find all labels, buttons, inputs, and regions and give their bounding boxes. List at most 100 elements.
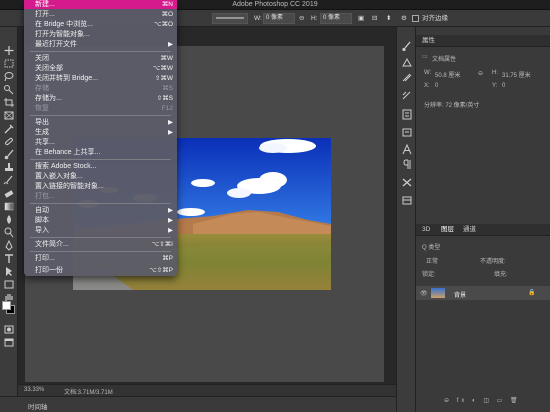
type-tool-icon[interactable]	[3, 253, 15, 264]
file-menu-item[interactable]: 导出 ▶	[24, 118, 177, 127]
layer-filter-kind[interactable]: Q 类型	[422, 242, 440, 251]
brush-settings-icon[interactable]	[401, 41, 413, 52]
w-field[interactable]: 0 像素	[263, 13, 295, 24]
blend-mode-select[interactable]: 正常	[426, 256, 438, 265]
visibility-eye-icon[interactable]: 👁	[420, 290, 428, 297]
link-icon[interactable]: ⊖	[299, 13, 304, 24]
file-menu-item[interactable]: 关闭并转到 Bridge... ⇧⌘W	[24, 74, 177, 83]
foreground-color-swatch[interactable]	[2, 301, 11, 310]
healing-brush-tool-icon[interactable]	[3, 136, 15, 147]
pen-tool-icon[interactable]	[3, 240, 15, 251]
file-menu-item[interactable]: 搜索 Adobe Stock...	[24, 162, 177, 171]
dodge-tool-icon[interactable]	[3, 227, 15, 238]
file-menu-item[interactable]: 恢复 F12	[24, 104, 177, 113]
file-menu-item[interactable]: 置入链接的智能对象...	[24, 182, 177, 191]
file-menu-item[interactable]: 在 Bridge 中浏览... ⌥⌘O	[24, 20, 177, 29]
link-proportions-icon[interactable]: ⊖	[478, 70, 483, 77]
menu-item-label: 打包...	[35, 193, 55, 200]
menu-item-label: 新建...	[35, 1, 55, 8]
status-bar: 33.33% 文档:3.71M/3.71M	[18, 384, 396, 396]
quick-mask-icon[interactable]	[3, 324, 15, 335]
file-menu-item[interactable]: 最近打开文件 ▶	[24, 40, 177, 49]
path-align-icon[interactable]: ⊟	[372, 13, 377, 24]
menu-item-label: 打开为智能对象...	[35, 31, 90, 38]
adjustments-panel-icon[interactable]	[401, 90, 413, 101]
history-panel-icon[interactable]	[401, 109, 413, 120]
right-panels: 属性 ▭ 文档属性 W: 50.8 厘米 ⊖ H: 31.75 厘米 X: 0 …	[416, 27, 550, 412]
doc-y-value[interactable]: 0	[502, 83, 505, 89]
crop-tool-icon[interactable]	[3, 97, 15, 108]
tab-channels[interactable]: 通道	[463, 224, 476, 235]
blur-tool-icon[interactable]	[3, 214, 15, 225]
file-menu-item[interactable]: 打开为智能对象...	[24, 30, 177, 39]
submenu-arrow-icon: ▶	[168, 41, 173, 48]
menu-item-label: 生成	[35, 129, 49, 136]
file-menu-item[interactable]: 生成 ▶	[24, 128, 177, 137]
tab-properties[interactable]: 属性	[422, 35, 435, 46]
file-menu-item[interactable]: 共享...	[24, 138, 177, 147]
gradient-tool-icon[interactable]	[3, 201, 15, 212]
doc-height-value[interactable]: 31.75 厘米	[502, 70, 531, 79]
tools-panel	[0, 27, 18, 412]
menu-separator	[30, 115, 171, 116]
tab-layers[interactable]: 图层	[441, 224, 454, 235]
zoom-level[interactable]: 33.33%	[24, 387, 44, 393]
align-edges-checkbox[interactable]	[412, 15, 419, 22]
screen-mode-icon[interactable]	[3, 337, 15, 348]
lasso-tool-icon[interactable]	[3, 71, 15, 82]
layers-footer-icons[interactable]: ⊖ fx ◐ ◫ ▭ 🗑	[444, 397, 521, 404]
swatches-panel-icon[interactable]	[401, 72, 413, 83]
doc-x-label: X:	[424, 83, 430, 89]
file-menu-item[interactable]: 打包...	[24, 192, 177, 201]
h-field[interactable]: 0 像素	[320, 13, 352, 24]
file-menu-item[interactable]: 关闭 ⌘W	[24, 54, 177, 63]
character-panel-icon[interactable]	[401, 144, 413, 155]
clone-stamp-tool-icon[interactable]	[3, 162, 15, 173]
file-menu-item[interactable]: 新建... ⌘N	[24, 0, 177, 9]
properties-tab-bar: 属性	[416, 35, 550, 47]
menu-item-label: 存储为...	[35, 95, 62, 102]
quick-selection-tool-icon[interactable]	[3, 84, 15, 95]
layer-name[interactable]: 背景	[454, 290, 466, 299]
file-menu-item[interactable]: 打印... ⌘P	[24, 254, 177, 263]
doc-x-value[interactable]: 0	[435, 83, 438, 89]
file-menu-item[interactable]: 打印一份 ⌥⇧⌘P	[24, 266, 177, 275]
marquee-tool-icon[interactable]	[3, 58, 15, 69]
layer-row-background[interactable]: 👁 背景 🔒	[416, 286, 550, 300]
frame-tool-icon[interactable]	[3, 110, 15, 121]
tools-panel-icon[interactable]	[401, 177, 413, 188]
menu-item-shortcut: ⌘N	[161, 1, 173, 8]
file-menu-item[interactable]: 存储 ⌘S	[24, 84, 177, 93]
rectangle-tool-icon[interactable]	[3, 279, 15, 290]
stroke-style-field[interactable]	[212, 13, 248, 24]
color-panel-icon[interactable]	[401, 57, 413, 68]
eyedropper-tool-icon[interactable]	[3, 123, 15, 134]
layer-comps-icon[interactable]	[401, 195, 413, 206]
resolution-info: 分辨率: 72 像素/英寸	[424, 103, 480, 109]
file-menu-item[interactable]: 打开... ⌘O	[24, 10, 177, 19]
eraser-tool-icon[interactable]	[3, 188, 15, 199]
settings-gear-icon[interactable]: ⚙	[401, 13, 407, 24]
doc-width-value[interactable]: 50.8 厘米	[435, 70, 460, 79]
file-menu-item[interactable]: 关闭全部 ⌥⌘W	[24, 64, 177, 73]
path-arrange-icon[interactable]: ⬍	[386, 13, 391, 24]
file-menu-item[interactable]: 存储为... ⇧⌘S	[24, 94, 177, 103]
menu-item-label: 导入	[35, 227, 49, 234]
path-selection-tool-icon[interactable]	[3, 266, 15, 277]
file-menu-item[interactable]: 脚本 ▶	[24, 216, 177, 225]
history-brush-tool-icon[interactable]	[3, 175, 15, 186]
properties-panel-icon[interactable]	[401, 127, 413, 138]
tab-3d[interactable]: 3D	[422, 224, 430, 235]
path-operations-icon[interactable]: ▣	[358, 13, 364, 24]
paragraph-panel-icon[interactable]	[401, 159, 413, 170]
file-menu-item[interactable]: 自动 ▶	[24, 206, 177, 215]
file-menu-item[interactable]: 文件简介... ⌥⇧⌘I	[24, 240, 177, 249]
brush-tool-icon[interactable]	[3, 149, 15, 160]
lock-label: 锁定:	[422, 272, 436, 278]
file-menu-item[interactable]: 导入 ▶	[24, 226, 177, 235]
move-tool-icon[interactable]	[3, 45, 15, 56]
file-menu-item[interactable]: 在 Behance 上共享...	[24, 148, 177, 157]
timeline-panel[interactable]: 时间轴	[0, 396, 396, 412]
document-info[interactable]: 文档:3.71M/3.71M	[64, 387, 113, 396]
file-menu-item[interactable]: 置入嵌入对象...	[24, 172, 177, 181]
